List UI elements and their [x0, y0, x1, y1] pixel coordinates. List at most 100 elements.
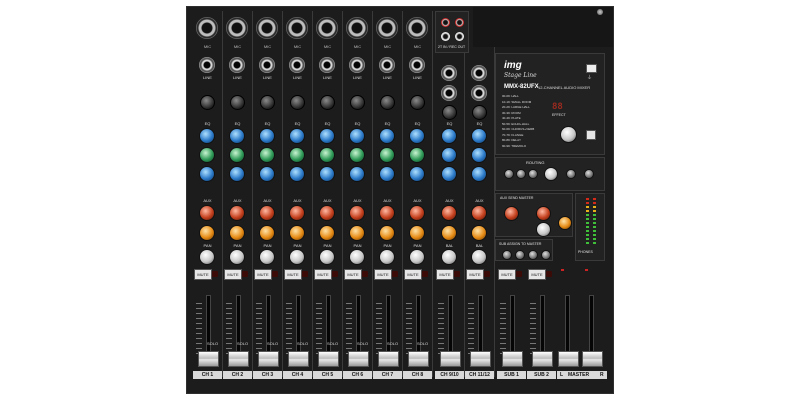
channel-fader[interactable] [228, 351, 249, 367]
channel-fader[interactable] [378, 351, 399, 367]
eq-mid-knob[interactable] [199, 147, 215, 163]
rca-input-right[interactable] [455, 18, 464, 27]
aux-1-knob[interactable] [229, 205, 245, 221]
eq-high-knob[interactable] [199, 128, 215, 144]
stereo-input-left-jack[interactable] [441, 65, 457, 81]
line-input-jack[interactable] [409, 57, 425, 73]
eq-mid-knob[interactable] [289, 147, 305, 163]
stereo-input-right-jack[interactable] [441, 85, 457, 101]
channel-fader[interactable] [318, 351, 339, 367]
aux-fx-knob[interactable] [441, 225, 457, 241]
mute-button[interactable]: MUTE [404, 269, 422, 280]
eq-low-knob[interactable] [259, 166, 275, 182]
eq-high-knob[interactable] [379, 128, 395, 144]
eq-mid-knob[interactable] [349, 147, 365, 163]
mute-button[interactable]: MUTE [194, 269, 212, 280]
pan-knob[interactable] [379, 249, 395, 265]
channel-fader[interactable] [408, 351, 429, 367]
stereo-input-left-jack[interactable] [471, 65, 487, 81]
eq-low-knob[interactable] [319, 166, 335, 182]
balance-knob[interactable] [441, 249, 457, 265]
line-input-jack[interactable] [289, 57, 305, 73]
mute-button[interactable]: MUTE [254, 269, 272, 280]
mute-button[interactable]: MUTE [224, 269, 242, 280]
mute-button[interactable]: MUTE [284, 269, 302, 280]
eq-low-knob[interactable] [471, 166, 487, 182]
eq-low-knob[interactable] [199, 166, 215, 182]
line-input-jack[interactable] [199, 57, 215, 73]
stereo-input-right-jack[interactable] [471, 85, 487, 101]
pan-knob[interactable] [199, 249, 215, 265]
xlr-input[interactable] [256, 17, 278, 39]
eq-high-knob[interactable] [441, 128, 457, 144]
gain-knob[interactable] [410, 95, 425, 110]
eq-low-knob[interactable] [409, 166, 425, 182]
channel-fader[interactable] [348, 351, 369, 367]
eq-high-knob[interactable] [409, 128, 425, 144]
line-input-jack[interactable] [349, 57, 365, 73]
master-fader-left[interactable] [558, 351, 579, 367]
aux-1-knob[interactable] [349, 205, 365, 221]
pan-knob[interactable] [289, 249, 305, 265]
eq-high-knob[interactable] [259, 128, 275, 144]
aux-1-knob[interactable] [289, 205, 305, 221]
gain-knob[interactable] [200, 95, 215, 110]
line-input-jack[interactable] [319, 57, 335, 73]
eq-high-knob[interactable] [289, 128, 305, 144]
line-input-jack[interactable] [259, 57, 275, 73]
gain-knob[interactable] [472, 105, 487, 120]
gain-knob[interactable] [442, 105, 457, 120]
xlr-input[interactable] [286, 17, 308, 39]
aux-1-knob[interactable] [259, 205, 275, 221]
mute-button[interactable]: MUTE [314, 269, 332, 280]
mute-button[interactable]: MUTE [498, 269, 516, 280]
aux-fx-knob[interactable] [259, 225, 275, 241]
eq-low-knob[interactable] [349, 166, 365, 182]
xlr-input[interactable] [226, 17, 248, 39]
channel-fader[interactable] [198, 351, 219, 367]
line-input-jack[interactable] [379, 57, 395, 73]
aux-1-knob[interactable] [471, 205, 487, 221]
aux-fx-knob[interactable] [229, 225, 245, 241]
xlr-input[interactable] [196, 17, 218, 39]
aux-fx-knob[interactable] [379, 225, 395, 241]
aux-1-knob[interactable] [409, 205, 425, 221]
eq-mid-knob[interactable] [441, 147, 457, 163]
eq-high-knob[interactable] [319, 128, 335, 144]
mute-button[interactable]: MUTE [436, 269, 454, 280]
pan-knob[interactable] [409, 249, 425, 265]
gain-knob[interactable] [320, 95, 335, 110]
xlr-input[interactable] [406, 17, 428, 39]
mute-button[interactable]: MUTE [374, 269, 392, 280]
pan-knob[interactable] [349, 249, 365, 265]
channel-fader[interactable] [258, 351, 279, 367]
xlr-input[interactable] [376, 17, 398, 39]
eq-mid-knob[interactable] [229, 147, 245, 163]
eq-high-knob[interactable] [471, 128, 487, 144]
eq-high-knob[interactable] [349, 128, 365, 144]
eq-high-knob[interactable] [229, 128, 245, 144]
aux-1-knob[interactable] [319, 205, 335, 221]
gain-knob[interactable] [380, 95, 395, 110]
pan-knob[interactable] [259, 249, 275, 265]
rca-output-left[interactable] [441, 32, 450, 41]
master-fader-right[interactable] [582, 351, 603, 367]
aux-fx-knob[interactable] [409, 225, 425, 241]
subgroup-fader[interactable] [502, 351, 523, 367]
aux-fx-knob[interactable] [471, 225, 487, 241]
channel-fader[interactable] [470, 351, 491, 367]
aux-fx-knob[interactable] [289, 225, 305, 241]
eq-mid-knob[interactable] [319, 147, 335, 163]
aux-fx-knob[interactable] [349, 225, 365, 241]
eq-mid-knob[interactable] [409, 147, 425, 163]
eq-mid-knob[interactable] [471, 147, 487, 163]
channel-fader[interactable] [288, 351, 309, 367]
balance-knob[interactable] [471, 249, 487, 265]
rca-input-left[interactable] [441, 18, 450, 27]
mute-button[interactable]: MUTE [344, 269, 362, 280]
xlr-input[interactable] [346, 17, 368, 39]
aux-fx-knob[interactable] [319, 225, 335, 241]
mute-button[interactable]: MUTE [528, 269, 546, 280]
aux-fx-knob[interactable] [199, 225, 215, 241]
aux-1-knob[interactable] [199, 205, 215, 221]
